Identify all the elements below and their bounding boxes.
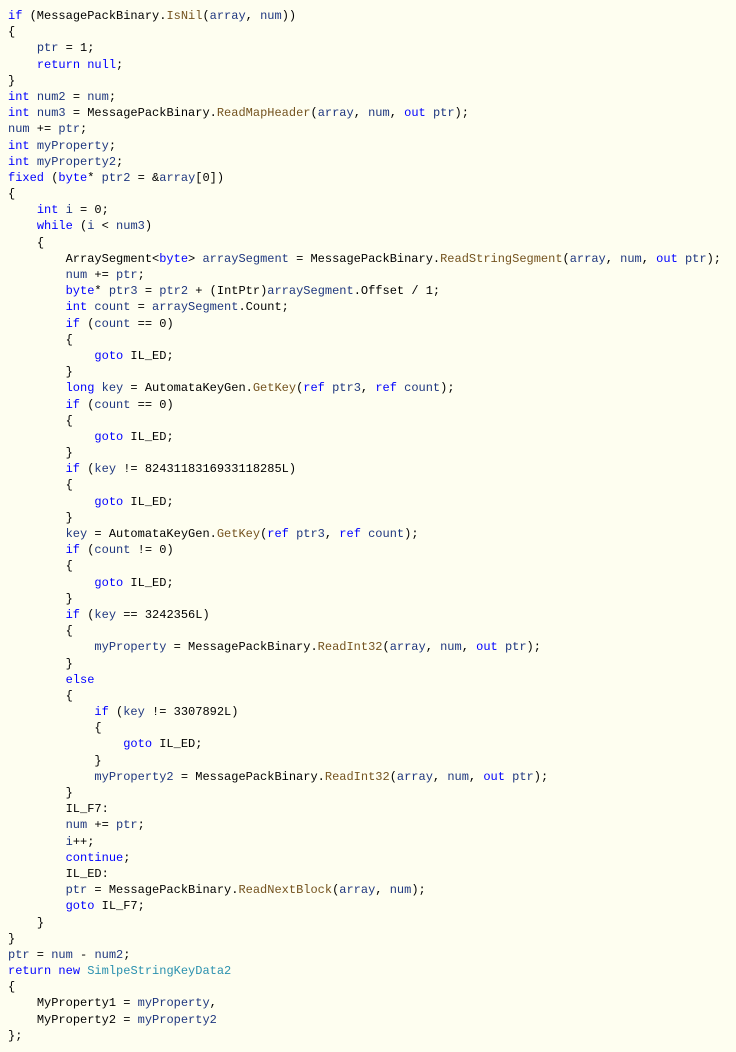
- code-block: if (MessagePackBinary.IsNil(array, num))…: [8, 8, 728, 1044]
